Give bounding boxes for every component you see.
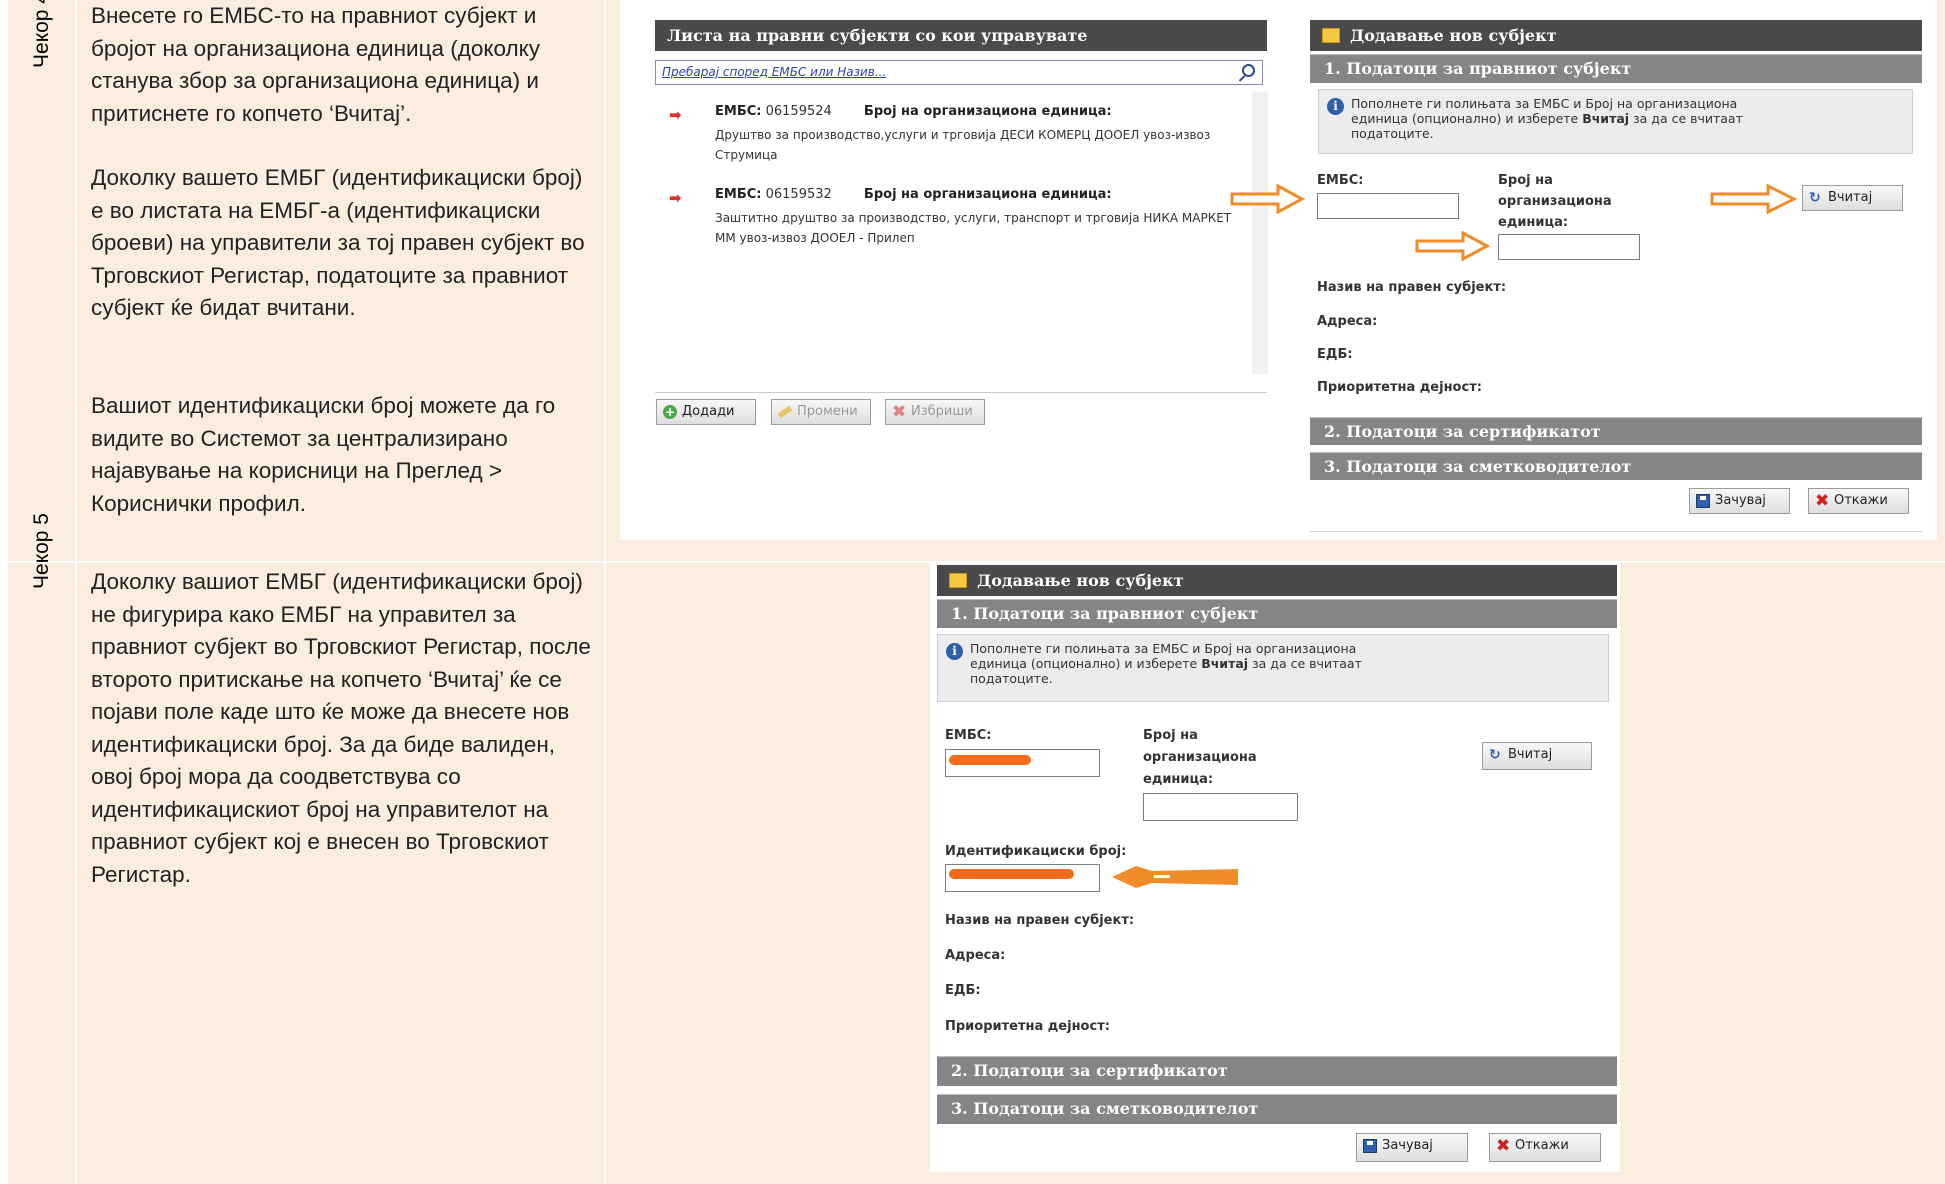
load-button[interactable]: ↻ Вчитај bbox=[1482, 742, 1592, 770]
edit-button[interactable]: Промени bbox=[771, 399, 871, 425]
load-button[interactable]: ↻ Вчитај bbox=[1802, 185, 1903, 211]
step-5-label-cell: Чекор 5 bbox=[8, 513, 77, 1184]
delete-button[interactable]: ✖ Избриши bbox=[885, 399, 985, 425]
list-scrollbar[interactable] bbox=[1252, 92, 1268, 374]
floppy-disk-icon bbox=[1696, 494, 1710, 508]
pencil-icon bbox=[777, 405, 793, 419]
close-icon: ✖ bbox=[1815, 491, 1830, 511]
step-4-paragraph-1: Внесете го ЕМБС-то на правниот субјект и… bbox=[91, 3, 541, 126]
embs-input[interactable] bbox=[1317, 193, 1459, 219]
org-unit-field-label: Број на организациона единица: bbox=[1143, 728, 1257, 787]
search-input[interactable] bbox=[656, 61, 1226, 83]
embs-label: ЕМБС: bbox=[715, 187, 762, 202]
name-label: Назив на правен субјект: bbox=[1317, 280, 1507, 295]
folder-icon bbox=[1322, 28, 1340, 43]
org-unit-label: Број на организациона единица: bbox=[863, 187, 1112, 202]
embs-value: 06159524 bbox=[765, 104, 832, 119]
step-4-paragraph-3: Вашиот идентификациски број можете да го… bbox=[91, 393, 556, 516]
divider bbox=[655, 392, 1267, 393]
list-panel-title: Листа на правни субјекти со кои управува… bbox=[655, 20, 1267, 51]
save-button[interactable]: Зачувај bbox=[1689, 488, 1790, 514]
annotation-arrow-org-unit bbox=[1415, 231, 1491, 261]
section-1-header[interactable]: 1. Податоци за правниот субјект bbox=[1310, 54, 1922, 83]
arrow-right-icon: ➡ bbox=[669, 189, 682, 207]
section-2-header[interactable]: 2. Податоци за сертификатот bbox=[1310, 417, 1922, 445]
id-number-input[interactable] bbox=[945, 864, 1100, 892]
org-unit-input[interactable] bbox=[1498, 234, 1640, 260]
redaction-mark bbox=[949, 869, 1074, 879]
entity-list: ➡ ЕМБС: 06159524 Број на организациона е… bbox=[655, 92, 1268, 374]
entity-name: Заштитно друштво за производство, услуги… bbox=[715, 211, 1232, 245]
section-3-header[interactable]: 3. Податоци за сметководителот bbox=[1310, 452, 1922, 480]
step-4-screenshot: Листа на правни субјекти со кои управува… bbox=[620, 0, 1937, 540]
annotation-arrow-load bbox=[1710, 184, 1798, 214]
info-box: i Пополнете ги полињата за ЕМБС и Број н… bbox=[937, 634, 1609, 702]
step-4-label-cell: Чекор 4 bbox=[8, 0, 77, 561]
step-4-label: Чекор 4 bbox=[30, 0, 53, 68]
step-4-text-cell: Внесете го ЕМБС-то на правниот субјект и… bbox=[78, 0, 606, 561]
cancel-button[interactable]: ✖ Откажи bbox=[1489, 1133, 1601, 1162]
id-number-label: Идентификациски број: bbox=[945, 844, 1127, 859]
annotation-arrow-id-number bbox=[1112, 866, 1238, 888]
step-5-text-cell: Доколку вашиот ЕМБГ (идентификациски бро… bbox=[78, 563, 606, 1184]
info-box: i Пополнете ги полињата за ЕМБС и Број н… bbox=[1318, 89, 1913, 154]
section-1-header[interactable]: 1. Податоци за правниот субјект bbox=[937, 599, 1617, 628]
delete-x-icon: ✖ bbox=[892, 402, 907, 422]
entity-name: Друштво за производство,услуги и трговиј… bbox=[715, 128, 1211, 162]
name-label: Назив на правен субјект: bbox=[945, 913, 1135, 928]
save-button[interactable]: Зачувај bbox=[1356, 1133, 1468, 1162]
refresh-icon: ↻ bbox=[1489, 747, 1501, 763]
form-title: Додавање нов субјект bbox=[1310, 20, 1922, 51]
search-icon[interactable] bbox=[1242, 64, 1255, 77]
embs-label: ЕМБС: bbox=[715, 104, 762, 119]
folder-icon bbox=[949, 573, 967, 588]
address-label: Адреса: bbox=[945, 948, 1006, 963]
section-3-header[interactable]: 3. Податоци за сметководителот bbox=[937, 1094, 1617, 1124]
annotation-arrow-embs bbox=[1230, 184, 1306, 214]
floppy-disk-icon bbox=[1363, 1139, 1377, 1153]
arrow-right-icon: ➡ bbox=[669, 106, 682, 124]
cancel-button[interactable]: ✖ Откажи bbox=[1808, 488, 1909, 514]
embs-input[interactable] bbox=[945, 749, 1100, 777]
embs-field-label: ЕМБС: bbox=[1317, 173, 1364, 188]
org-unit-label: Број на организациона единица: bbox=[863, 104, 1112, 119]
step-5-screenshot: Додавање нов субјект 1. Податоци за прав… bbox=[930, 562, 1620, 1172]
org-unit-input[interactable] bbox=[1143, 793, 1298, 821]
info-icon: i bbox=[946, 643, 963, 660]
section-2-header[interactable]: 2. Податоци за сертификатот bbox=[937, 1056, 1617, 1086]
close-icon: ✖ bbox=[1496, 1136, 1511, 1156]
activity-label: Приоритетна дејност: bbox=[945, 1019, 1110, 1034]
step-5-label: Чекор 5 bbox=[30, 513, 53, 589]
form-title: Додавање нов субјект bbox=[937, 565, 1617, 596]
activity-label: Приоритетна дејност: bbox=[1317, 380, 1482, 395]
org-unit-field-label: Број на организациона единица: bbox=[1498, 173, 1612, 230]
search-field[interactable] bbox=[655, 60, 1263, 85]
embs-value: 06159532 bbox=[765, 187, 832, 202]
address-label: Адреса: bbox=[1317, 314, 1378, 329]
refresh-icon: ↻ bbox=[1809, 190, 1821, 206]
info-icon: i bbox=[1327, 98, 1344, 115]
step-5-paragraph-1: Доколку вашиот ЕМБГ (идентификациски бро… bbox=[91, 569, 591, 887]
redaction-mark bbox=[949, 755, 1031, 765]
step-4-paragraph-2: Доколку вашето ЕМБГ (идентификациски бро… bbox=[91, 165, 585, 320]
embs-field-label: ЕМБС: bbox=[945, 728, 992, 743]
plus-icon: + bbox=[663, 405, 677, 419]
edb-label: ЕДБ: bbox=[1317, 347, 1353, 362]
form-bottom-line bbox=[1310, 531, 1922, 532]
add-button[interactable]: + Додади bbox=[656, 399, 756, 425]
edb-label: ЕДБ: bbox=[945, 983, 981, 998]
